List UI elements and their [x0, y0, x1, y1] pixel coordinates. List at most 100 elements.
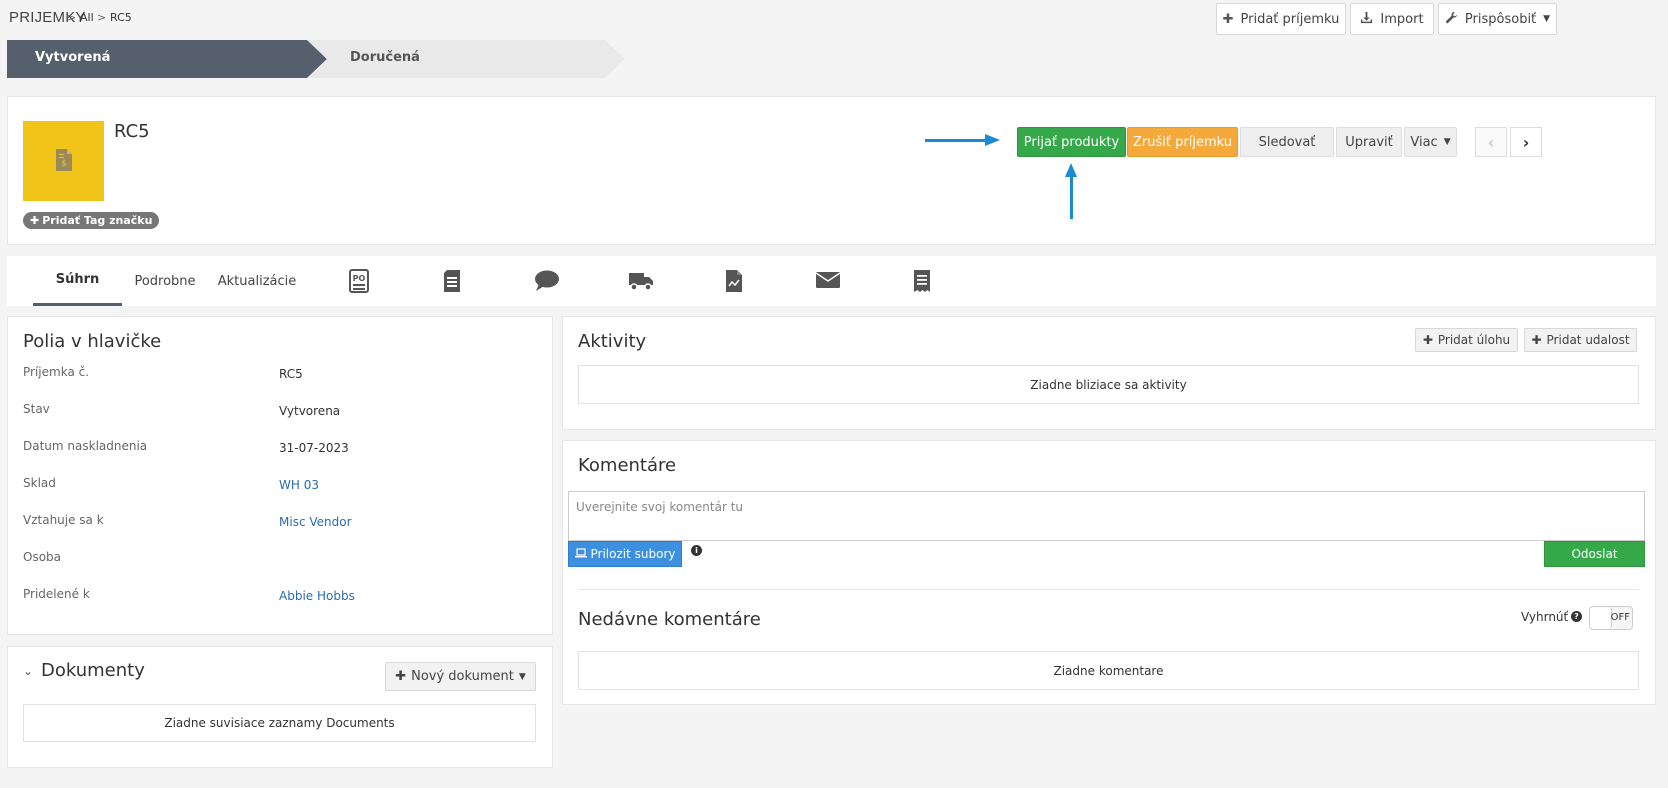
plus-icon: ✚ — [30, 214, 40, 227]
field-value-stock-date: 31-07-2023 — [279, 441, 349, 455]
receipt-icon[interactable] — [913, 269, 931, 296]
tab-summary[interactable]: Súhrn — [33, 256, 122, 306]
add-event-label: Pridat udalost — [1546, 333, 1630, 347]
comment-input[interactable]: Uverejnite svoj komentár tu — [568, 491, 1645, 541]
annotation-arrow-vertical — [1070, 175, 1073, 219]
field-label: Vztahuje sa k — [23, 513, 104, 527]
documents-title[interactable]: Dokumenty — [41, 660, 145, 681]
chevron-down-icon[interactable]: ⌄ — [23, 664, 33, 678]
svg-text:$: $ — [61, 159, 67, 169]
breadcrumb-all[interactable]: All — [80, 11, 94, 24]
field-value-status: Vytvorena — [279, 404, 341, 418]
field-value-receipt-number: RC5 — [279, 367, 303, 381]
record-header: $ RC5 ✚ Pridať Tag značku Prijať produkt… — [7, 96, 1656, 245]
add-event-button[interactable]: ✚ Pridat udalost — [1524, 328, 1637, 352]
record-logo: $ — [23, 121, 104, 201]
breadcrumb-separator: > — [67, 11, 77, 24]
invoice-dollar-icon: $ — [55, 148, 73, 175]
add-task-button[interactable]: ✚ Pridat úlohu — [1415, 328, 1518, 352]
import-label: Import — [1380, 11, 1424, 27]
arrowhead-right-icon — [985, 134, 1000, 146]
activities-empty-state: Ziadne bliziace sa aktivity — [578, 365, 1639, 404]
download-icon — [1360, 11, 1373, 28]
collapse-toggle[interactable]: OFF — [1589, 606, 1633, 630]
customize-label: Prispôsobiť — [1464, 11, 1537, 27]
field-label: Príjemka č. — [23, 365, 90, 379]
top-bar: PRIJEMKY > All > RC5 ✚ Pridať príjemku I… — [0, 0, 1668, 36]
svg-text:PO: PO — [353, 274, 366, 283]
plus-icon: ✚ — [1531, 333, 1542, 347]
plus-icon: ✚ — [1222, 11, 1234, 27]
add-tag-button[interactable]: ✚ Pridať Tag značku — [23, 212, 160, 229]
comment-icon[interactable] — [534, 269, 560, 296]
arrowhead-up-icon — [1065, 163, 1077, 177]
add-receipt-label: Pridať príjemku — [1240, 11, 1340, 27]
plus-icon: ✚ — [1422, 333, 1433, 347]
documents-empty-state: Ziadne suvisiace zaznamy Documents — [23, 704, 536, 742]
attach-files-button[interactable]: Prilozit subory — [568, 541, 682, 567]
field-label: Osoba — [23, 550, 62, 564]
more-button[interactable]: Viac ▼ — [1404, 127, 1457, 157]
recent-comments-title: Nedávne komentáre — [578, 609, 761, 630]
stage-delivered[interactable]: Doručená — [307, 40, 625, 78]
customize-button[interactable]: Prispôsobiť ▼ — [1438, 3, 1557, 35]
invoice-icon[interactable] — [725, 269, 743, 296]
cancel-receipt-button[interactable]: Zrušiť príjemku — [1127, 127, 1238, 157]
breadcrumb-current: RC5 — [110, 11, 132, 24]
add-task-label: Pridat úlohu — [1437, 333, 1511, 347]
header-fields-title: Polia v hlavičke — [23, 331, 162, 352]
next-record-button[interactable]: › — [1510, 127, 1542, 157]
annotation-arrow-horizontal — [925, 139, 987, 142]
help-icon[interactable]: ? — [1571, 611, 1582, 622]
info-icon[interactable]: i — [691, 545, 702, 556]
comments-title: Komentáre — [578, 455, 677, 476]
stage-stepper: Vytvorená Doručená — [7, 40, 627, 78]
breadcrumb-separator: > — [97, 11, 107, 24]
new-document-button[interactable]: ✚ Nový dokument ▼ — [385, 662, 536, 691]
chevron-left-icon: ‹ — [1487, 132, 1495, 152]
toggle-knob — [1590, 607, 1612, 629]
import-button[interactable]: Import — [1350, 3, 1434, 35]
record-tabs: Súhrn Podrobne Aktualizácie PO — [7, 256, 1656, 306]
document-list-icon[interactable] — [443, 269, 461, 296]
caret-down-icon: ▼ — [1543, 14, 1551, 24]
wrench-icon — [1445, 11, 1458, 28]
purchase-order-icon[interactable]: PO — [349, 269, 369, 296]
collapse-label: Vyhrnúť — [1521, 610, 1569, 624]
laptop-icon — [574, 547, 587, 561]
caret-down-icon: ▼ — [518, 671, 526, 682]
divider — [578, 589, 1639, 590]
field-label: Stav — [23, 402, 50, 416]
receive-products-button[interactable]: Prijať produkty — [1017, 127, 1126, 157]
edit-button[interactable]: Upraviť — [1336, 127, 1402, 157]
field-label: Datum naskladnenia — [23, 439, 148, 453]
truck-icon[interactable] — [628, 269, 654, 296]
activities-panel: Aktivity ✚ Pridat úlohu ✚ Pridat udalost… — [562, 316, 1656, 430]
comments-empty-state: Ziadne komentare — [578, 651, 1639, 690]
plus-icon: ✚ — [395, 669, 407, 684]
field-value-assigned-to-link[interactable]: Abbie Hobbs — [279, 589, 355, 603]
record-title: RC5 — [114, 121, 150, 142]
header-fields-panel: Polia v hlavičke Príjemka č. RC5 Stav Vy… — [7, 316, 553, 635]
field-label: Pridelené k — [23, 587, 90, 601]
caret-down-icon: ▼ — [1443, 137, 1451, 147]
field-value-related-to-link[interactable]: Misc Vendor — [279, 515, 352, 529]
attach-files-label: Prilozit subory — [590, 547, 676, 561]
new-document-label: Nový dokument — [411, 669, 514, 684]
send-comment-button[interactable]: Odoslat — [1544, 541, 1645, 567]
chevron-right-icon: › — [1522, 132, 1530, 152]
add-receipt-button[interactable]: ✚ Pridať príjemku — [1216, 3, 1346, 35]
activities-title: Aktivity — [578, 331, 647, 352]
toggle-state: OFF — [1610, 612, 1630, 623]
comments-panel: Komentáre Uverejnite svoj komentár tu Pr… — [562, 440, 1656, 705]
tab-updates[interactable]: Aktualizácie — [207, 256, 307, 306]
add-tag-label: Pridať Tag značku — [42, 214, 153, 227]
tab-details[interactable]: Podrobne — [125, 256, 205, 306]
previous-record-button[interactable]: ‹ — [1475, 127, 1507, 157]
envelope-icon[interactable] — [815, 269, 841, 294]
field-label: Sklad — [23, 476, 56, 490]
field-value-warehouse-link[interactable]: WH 03 — [279, 478, 319, 492]
stage-created[interactable]: Vytvorená — [7, 40, 327, 78]
follow-button[interactable]: Sledovať — [1240, 127, 1334, 157]
documents-panel: ⌄ Dokumenty ✚ Nový dokument ▼ Ziadne suv… — [7, 646, 553, 768]
